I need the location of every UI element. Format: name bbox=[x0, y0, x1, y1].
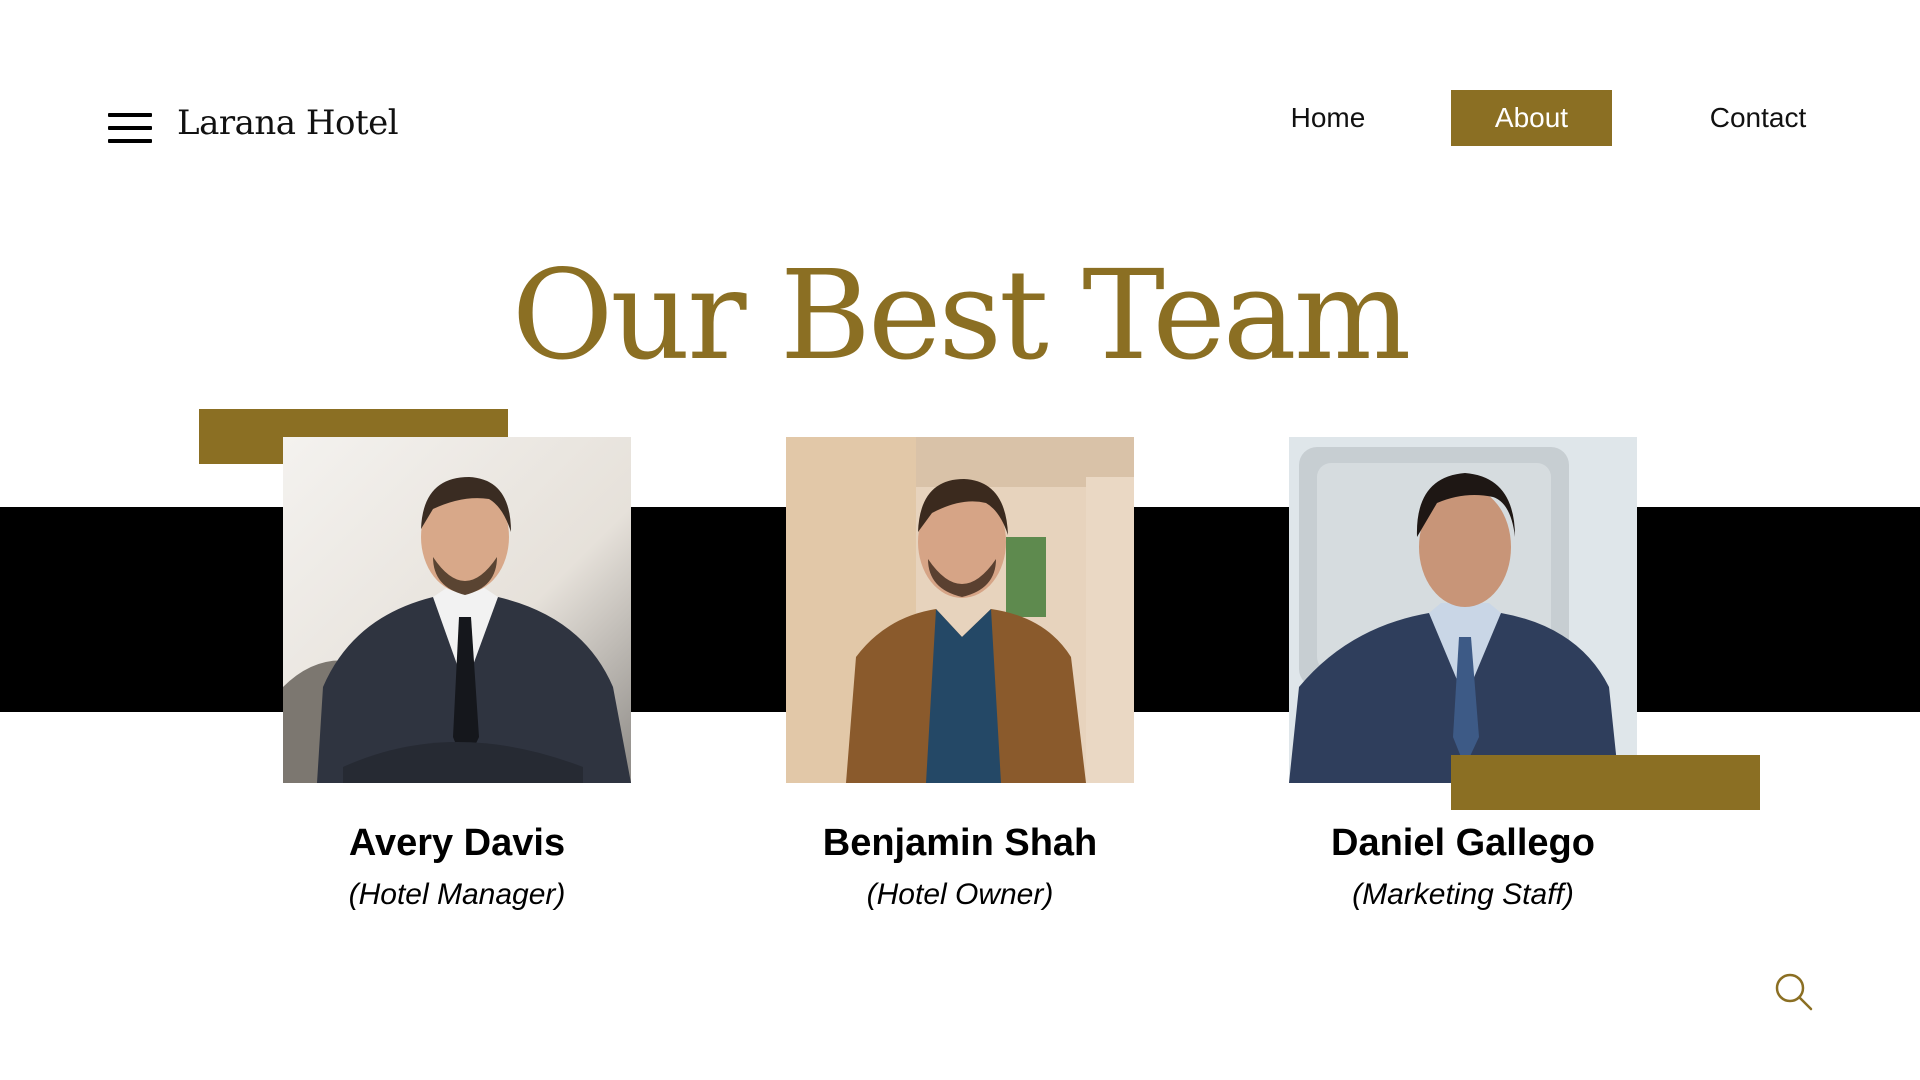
menu-line bbox=[108, 113, 152, 117]
page-title: Our Best Team bbox=[511, 244, 1412, 388]
brand-logo[interactable]: Larana Hotel bbox=[177, 103, 399, 143]
menu-line bbox=[108, 139, 152, 143]
menu-line bbox=[108, 126, 152, 130]
member-role: (Hotel Manager) bbox=[348, 878, 566, 911]
member-role: (Hotel Owner) bbox=[866, 878, 1054, 911]
member-name: Avery Davis bbox=[348, 822, 566, 864]
team-photo-daniel-gallego bbox=[1289, 437, 1637, 783]
decorative-accent-bar bbox=[1451, 755, 1760, 810]
nav-home[interactable]: Home bbox=[1265, 90, 1391, 146]
nav-contact[interactable]: Contact bbox=[1688, 90, 1828, 146]
member-name: Daniel Gallego bbox=[1331, 822, 1595, 864]
member-role: (Marketing Staff) bbox=[1352, 878, 1574, 911]
nav-about[interactable]: About bbox=[1451, 90, 1612, 146]
member-name: Benjamin Shah bbox=[822, 822, 1098, 864]
team-photo-benjamin-shah bbox=[786, 437, 1134, 783]
team-photo-avery-davis bbox=[283, 437, 631, 783]
search-icon[interactable] bbox=[1774, 972, 1814, 1012]
hamburger-menu-icon[interactable] bbox=[108, 113, 152, 144]
